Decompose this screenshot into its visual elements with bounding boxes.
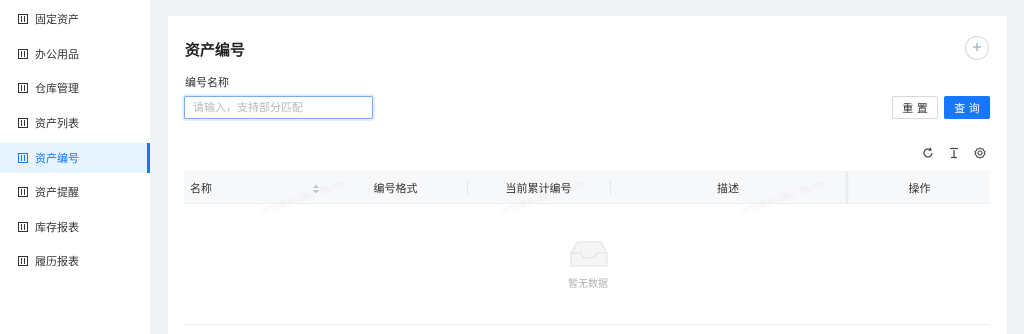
column-header-current-number: 当前累计编号 [505,181,572,195]
table-bottom-divider [184,324,990,325]
grid-box-icon [18,14,28,24]
grid-box-icon [18,83,28,93]
sidebar-item-label: 仓库管理 [35,82,79,95]
sidebar-item-asset-number[interactable]: 资产编号 [0,143,150,173]
grid-box-icon [18,118,28,128]
column-header-name[interactable]: 名称 [184,171,324,204]
sidebar-item-label: 库存报表 [35,221,79,234]
column-header-actions: 操作 [908,181,931,195]
empty-text: 暂无数据 [568,279,608,290]
grid-box-icon [18,222,28,232]
sidebar-item-office-supplies[interactable]: 办公用品 [0,39,150,69]
grid-box-icon [18,256,28,266]
sidebar-item-asset-list[interactable]: 资产列表 [0,108,150,138]
sidebar-item-fixed-assets[interactable]: 固定资产 [0,4,150,34]
sidebar-item-label: 固定资产 [35,13,79,26]
column-header-description: 描述 [717,181,739,195]
reset-button[interactable]: 重 置 [892,96,938,119]
column-header-format: 编号格式 [373,181,418,195]
sidebar-item-asset-reminder[interactable]: 资产提醒 [0,177,150,207]
sidebar-item-inventory-report[interactable]: 库存报表 [0,212,150,242]
search-input[interactable] [184,96,373,119]
export-icon[interactable] [947,146,961,160]
sort-icon[interactable] [312,183,320,194]
empty-inbox-icon [568,239,610,269]
plus-circle-icon [972,41,982,55]
sidebar: 固定资产 办公用品 仓库管理 资产列表 资产编号 资产提醒 库存报表 履历报表 [0,0,150,334]
main-card: 资产编号 编号名称 重 置 查 询 名称 编号格式 当前累计编号 描述 操作 [168,16,1007,334]
refresh-icon[interactable] [921,146,935,160]
query-button[interactable]: 查 询 [944,96,990,119]
sidebar-item-label: 资产列表 [35,117,79,130]
table-header: 名称 编号格式 当前累计编号 描述 操作 [184,171,990,204]
filter-label: 编号名称 [185,76,229,89]
page-title: 资产编号 [185,41,246,59]
sidebar-item-history-report[interactable]: 履历报表 [0,246,150,276]
grid-box-icon [18,49,28,59]
sidebar-item-label: 资产编号 [35,152,79,165]
settings-icon[interactable] [973,146,987,160]
sidebar-item-label: 资产提醒 [35,186,79,199]
sidebar-item-warehouse[interactable]: 仓库管理 [0,73,150,103]
sidebar-item-label: 办公用品 [35,48,79,61]
add-button[interactable] [965,36,989,60]
sidebar-item-label: 履历报表 [35,255,79,268]
grid-box-icon [18,153,28,163]
grid-box-icon [18,187,28,197]
